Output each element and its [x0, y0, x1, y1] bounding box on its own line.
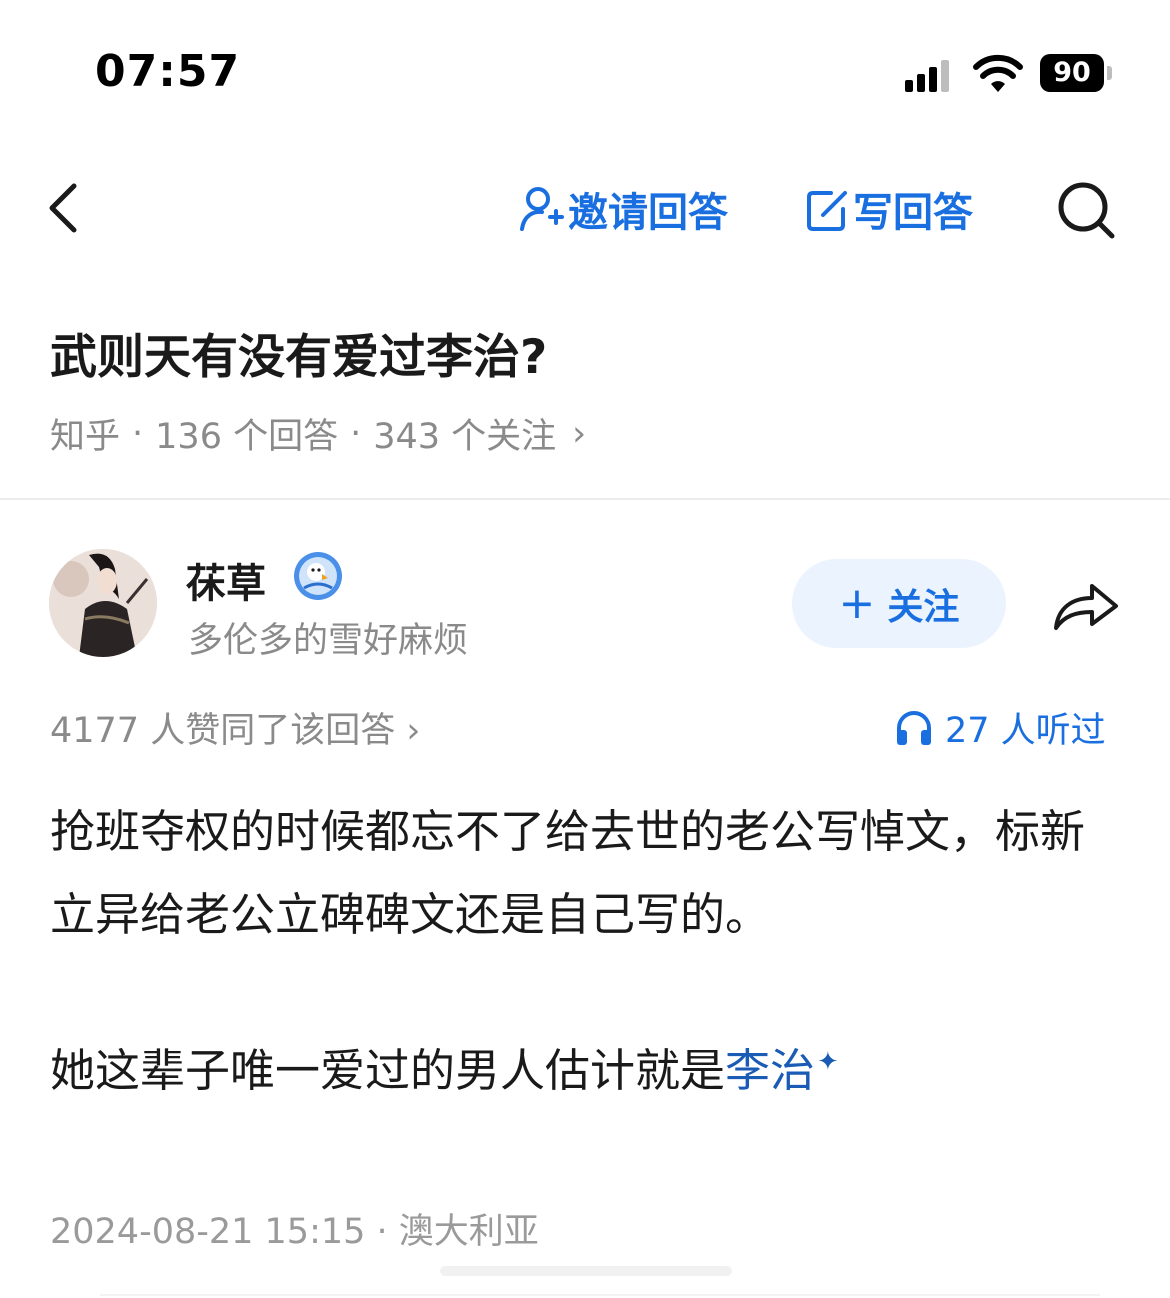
keyword-link[interactable]: 李治: [725, 1044, 815, 1097]
follower-count: 343 个关注: [373, 417, 557, 457]
question-title[interactable]: 武则天有没有爱过李治?: [50, 318, 547, 387]
bottom-divider: [100, 1294, 1100, 1296]
answer-paragraph: 她这辈子唯一爱过的男人估计就是李治✦: [50, 1021, 1125, 1112]
sparkle-icon: ✦: [817, 1047, 839, 1077]
share-icon[interactable]: [1050, 574, 1122, 634]
avatar[interactable]: [49, 549, 157, 657]
plus-icon: +: [838, 578, 876, 629]
battery-icon: 90: [1040, 54, 1116, 94]
headphones-icon: [897, 710, 931, 745]
follow-button[interactable]: + 关注: [792, 559, 1006, 648]
author-name[interactable]: 茠草: [186, 551, 266, 609]
listen-count[interactable]: 27 人听过: [895, 702, 1106, 753]
meta-separator: ·: [350, 413, 362, 454]
back-chevron-icon[interactable]: [44, 182, 84, 234]
question-source: 知乎: [50, 417, 121, 457]
answer-body: 抢班夺权的时候都忘不了给去世的老公写悼文，标新立异给老公立碑碑文还是自己写的。 …: [50, 790, 1125, 1112]
signal-icon: [905, 60, 949, 92]
listen-count-label: 27 人听过: [945, 711, 1106, 751]
home-indicator: [440, 1266, 732, 1276]
status-time: 07:57: [95, 46, 241, 97]
write-answer-label: 写回答: [853, 190, 973, 236]
battery-level: 90: [1053, 57, 1091, 88]
invite-user-icon: [520, 187, 564, 231]
answer-count: 136 个回答: [155, 417, 339, 457]
upvote-count[interactable]: 4177 人赞同了该回答 ›: [50, 702, 420, 753]
chevron-right-icon: ›: [572, 413, 587, 454]
write-answer-button[interactable]: 写回答: [805, 180, 973, 238]
answer-timestamp-location: 2024-08-21 15:15 · 澳大利亚: [50, 1212, 539, 1252]
answer-text: 她这辈子唯一爱过的男人估计就是: [50, 1044, 726, 1097]
question-meta[interactable]: 知乎 · 136 个回答 · 343 个关注 ›: [50, 408, 586, 459]
section-divider: [0, 498, 1170, 500]
search-icon[interactable]: [1056, 180, 1116, 240]
verified-badge-icon: [294, 552, 342, 600]
author-bio: 多伦多的雪好麻烦: [188, 621, 469, 661]
invite-answer-button[interactable]: 邀请回答: [520, 180, 728, 238]
wifi-icon: [973, 54, 1023, 92]
follow-label: 关注: [887, 586, 960, 628]
edit-icon: [807, 191, 847, 231]
answer-paragraph: 抢班夺权的时候都忘不了给去世的老公写悼文，标新立异给老公立碑碑文还是自己写的。: [50, 805, 1086, 941]
invite-answer-label: 邀请回答: [568, 190, 728, 236]
meta-separator: ·: [132, 413, 144, 454]
